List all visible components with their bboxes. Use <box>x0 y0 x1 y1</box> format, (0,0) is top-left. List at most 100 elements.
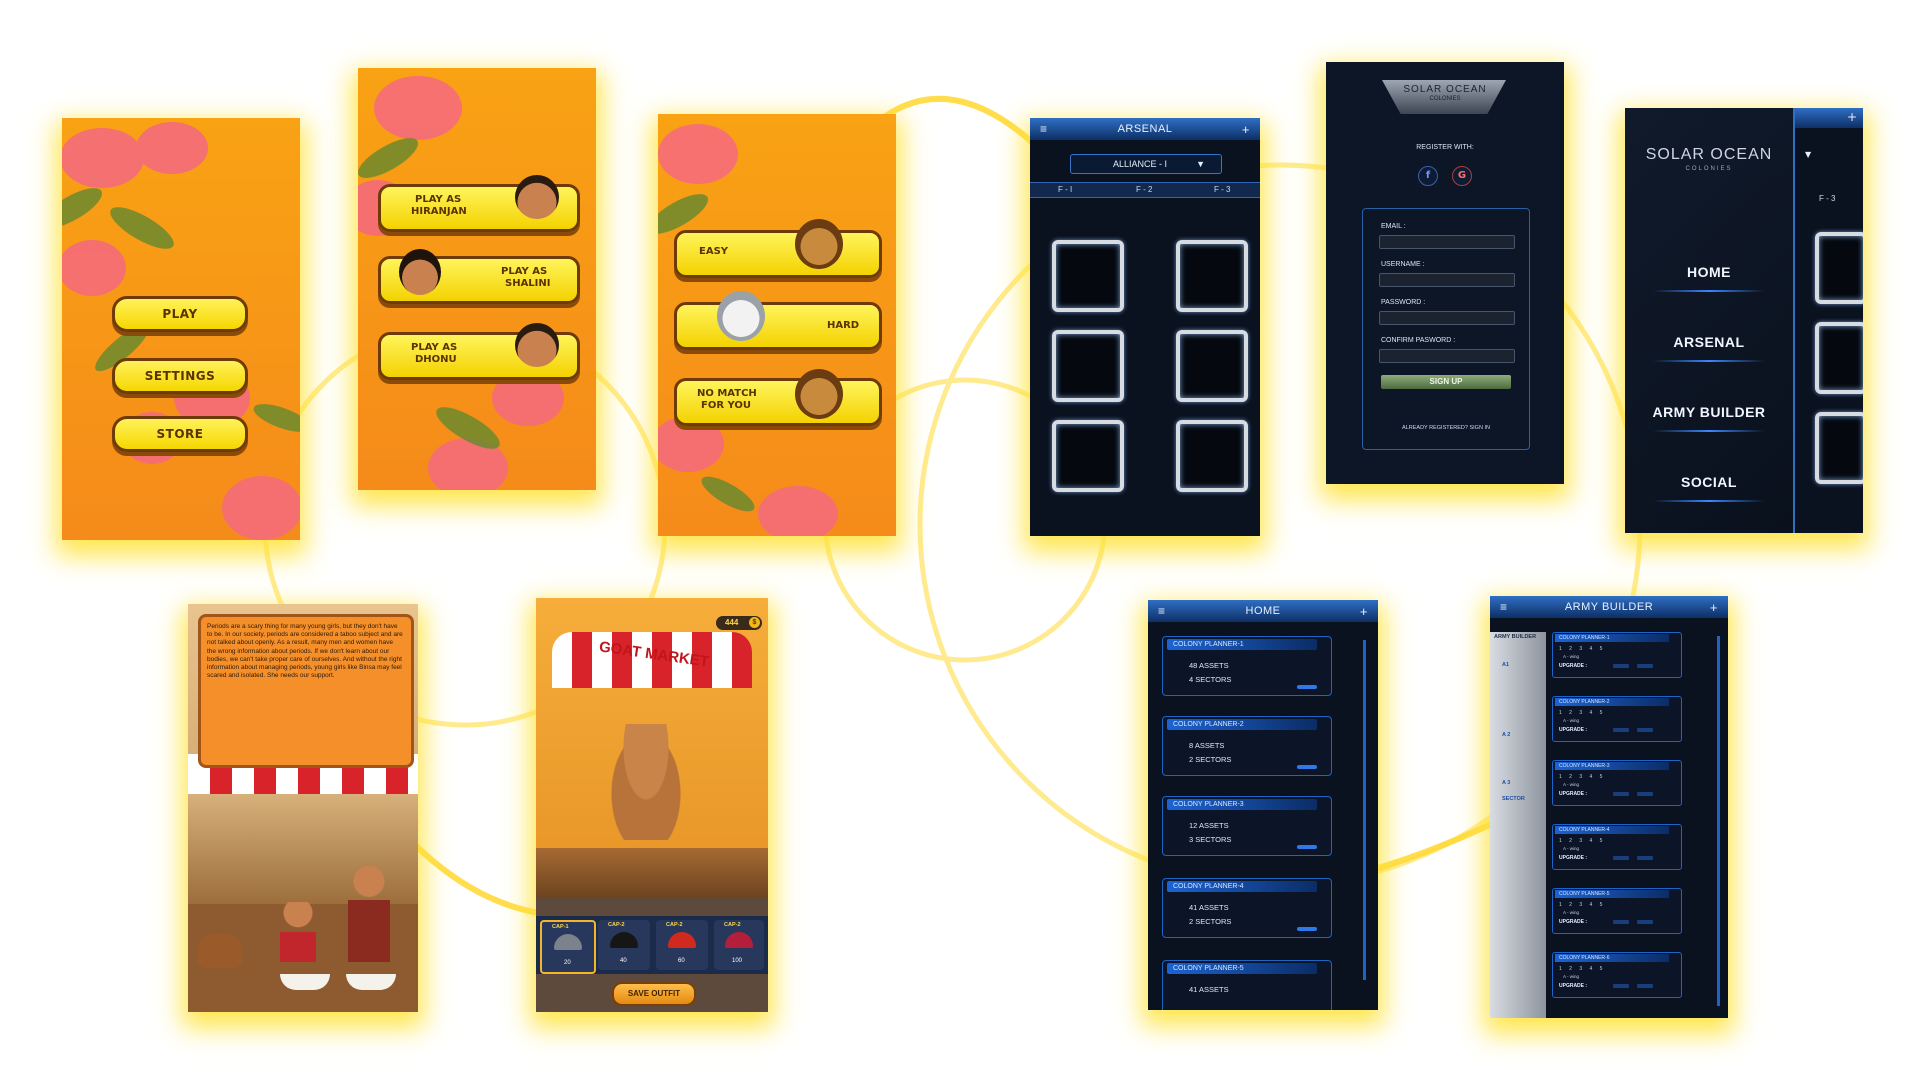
upgrade-slot[interactable] <box>1613 920 1629 924</box>
army-row[interactable]: COLONY PLANNER-6 1 2 3 4 5 A - wing UPGRADE… <box>1552 952 1682 998</box>
upgrade-slot[interactable] <box>1613 664 1629 668</box>
upgrade-slot[interactable] <box>1613 728 1629 732</box>
upgrade-slot[interactable] <box>1613 856 1629 860</box>
colony-planner-card[interactable]: COLONY PLANNER-4 41 ASSETS 2 SECTORS <box>1162 878 1332 938</box>
difficulty-label: EASY <box>699 246 729 257</box>
plus-icon[interactable]: + <box>1710 600 1718 615</box>
menu-home[interactable]: HOME <box>1625 264 1793 280</box>
upgrade-slot[interactable] <box>1637 920 1653 924</box>
sign-up-button[interactable]: SIGN UP <box>1381 375 1511 389</box>
email-label: EMAIL : <box>1381 223 1406 230</box>
cap-name: CAP-2 <box>724 922 741 928</box>
army-sidebar: ARMY BUILDER A1 A 2 A 3 SECTOR <box>1490 632 1546 1018</box>
planner-assets: 8 ASSETS <box>1189 741 1225 750</box>
colony-planner-card[interactable]: COLONY PLANNER-1 48 ASSETS 4 SECTORS <box>1162 636 1332 696</box>
arsenal-slot[interactable] <box>1176 330 1248 402</box>
hamburger-icon[interactable]: ≡ <box>1500 600 1508 614</box>
cap-item[interactable]: CAP-2 60 <box>656 920 708 970</box>
cap-icon <box>554 934 582 950</box>
shalini-avatar <box>399 249 441 295</box>
play-as-shalini-button[interactable]: PLAY AS SHALINI <box>378 249 580 304</box>
planner-name: COLONY PLANNER-2 <box>1167 719 1317 730</box>
cap-item[interactable]: CAP-2 40 <box>598 920 650 970</box>
hamburger-icon[interactable]: ≡ <box>1158 604 1166 618</box>
colony-planner-card[interactable]: COLONY PLANNER-3 12 ASSETS 3 SECTORS <box>1162 796 1332 856</box>
colony-planner-card[interactable]: COLONY PLANNER-2 8 ASSETS 2 SECTORS <box>1162 716 1332 776</box>
peek-slot <box>1815 322 1863 394</box>
arsenal-slot[interactable] <box>1052 330 1124 402</box>
no-match-button[interactable]: NO MATCH FOR YOU <box>674 369 882 426</box>
row-wing: A - wing <box>1563 654 1580 659</box>
planner-action[interactable] <box>1297 765 1317 769</box>
play-button[interactable]: PLAY <box>112 296 248 332</box>
google-button[interactable]: G <box>1452 166 1472 186</box>
upgrade-slot[interactable] <box>1637 856 1653 860</box>
easy-button[interactable]: EASY <box>674 219 882 278</box>
tab-f1[interactable]: F - I <box>1058 185 1072 194</box>
tab-f2[interactable]: F - 2 <box>1136 185 1152 194</box>
cap-item[interactable]: CAP-1 20 <box>540 920 596 974</box>
plus-icon[interactable]: + <box>1242 122 1250 137</box>
planner-action[interactable] <box>1297 685 1317 689</box>
password-field[interactable] <box>1379 311 1515 325</box>
sidebar-item-a3[interactable]: A 3 <box>1502 780 1510 786</box>
colony-planner-card[interactable]: COLONY PLANNER-5 41 ASSETS <box>1162 960 1332 1010</box>
sidebar-item-a2[interactable]: A 2 <box>1502 732 1510 738</box>
menu-arsenal[interactable]: ARSENAL <box>1625 334 1793 350</box>
scrollbar[interactable] <box>1717 636 1720 1006</box>
army-row[interactable]: COLONY PLANNER-3 1 2 3 4 5 A - wing UPGRADE… <box>1552 760 1682 806</box>
army-row[interactable]: COLONY PLANNER-5 1 2 3 4 5 A - wing UPGRADE… <box>1552 888 1682 934</box>
army-row[interactable]: COLONY PLANNER-1 1 2 3 4 5 A - wing UPGRADE… <box>1552 632 1682 678</box>
alliance-dropdown[interactable]: ALLIANCE - I ▼ <box>1070 154 1222 174</box>
email-field[interactable] <box>1379 235 1515 249</box>
plus-icon[interactable]: + <box>1360 604 1368 619</box>
facebook-button[interactable]: f <box>1418 166 1438 186</box>
planner-sectors: 3 SECTORS <box>1189 835 1232 844</box>
row-wing: A - wing <box>1563 974 1580 979</box>
confirm-password-field[interactable] <box>1379 349 1515 363</box>
screen-player-select: PLAY AS HIRANJAN PLAY AS SHALINI PLAY AS… <box>358 68 596 490</box>
upgrade-slot[interactable] <box>1613 984 1629 988</box>
scrollbar[interactable] <box>1363 640 1366 980</box>
screen-home: ≡ HOME + COLONY PLANNER-1 48 ASSETS 4 SE… <box>1148 600 1378 1010</box>
cap-item[interactable]: CAP-2 100 <box>714 920 764 970</box>
hard-button[interactable]: HARD <box>674 291 882 350</box>
upgrade-slot[interactable] <box>1637 728 1653 732</box>
showcase: PLAY SETTINGS STORE PLAY AS HIRANJAN PLA… <box>0 0 1920 1080</box>
player-name: SHALINI <box>505 278 551 289</box>
planner-action[interactable] <box>1297 845 1317 849</box>
menu-social[interactable]: SOCIAL <box>1625 474 1793 490</box>
arsenal-slot[interactable] <box>1176 240 1248 312</box>
peek-tab[interactable]: F - 3 <box>1819 194 1835 203</box>
upgrade-slot[interactable] <box>1637 984 1653 988</box>
sidebar-item-sector[interactable]: SECTOR <box>1502 796 1525 802</box>
username-field[interactable] <box>1379 273 1515 287</box>
cap-shelf: CAP-1 20 CAP-2 40 CAP-2 60 CAP-2 100 <box>536 916 768 974</box>
plus-icon[interactable]: + <box>1847 110 1857 124</box>
menu-divider <box>1653 500 1765 502</box>
yeti-brown-avatar <box>795 219 843 269</box>
arsenal-slot[interactable] <box>1176 420 1248 492</box>
upgrade-slot[interactable] <box>1637 664 1653 668</box>
sidebar-item-a1[interactable]: A1 <box>1502 662 1509 668</box>
play-as-hiranjan-button[interactable]: PLAY AS HIRANJAN <box>378 175 580 232</box>
settings-button[interactable]: SETTINGS <box>112 358 248 394</box>
save-outfit-button[interactable]: SAVE OUTFIT <box>612 982 696 1006</box>
chevron-down-icon: ▼ <box>1805 150 1812 159</box>
upgrade-slot[interactable] <box>1637 792 1653 796</box>
upgrade-slot[interactable] <box>1613 792 1629 796</box>
arsenal-slot[interactable] <box>1052 240 1124 312</box>
tab-f3[interactable]: F - 3 <box>1214 185 1230 194</box>
planner-action[interactable] <box>1297 927 1317 931</box>
arsenal-slot[interactable] <box>1052 420 1124 492</box>
play-as-dhonu-button[interactable]: PLAY AS DHONU <box>378 323 580 380</box>
army-row[interactable]: COLONY PLANNER-2 1 2 3 4 5 A - wing UPGRADE… <box>1552 696 1682 742</box>
username-label: USERNAME : <box>1381 261 1425 268</box>
peek-slot <box>1815 412 1863 484</box>
home-title: HOME <box>1245 605 1281 617</box>
menu-army-builder[interactable]: ARMY BUILDER <box>1625 404 1793 420</box>
army-row[interactable]: COLONY PLANNER-4 1 2 3 4 5 A - wing UPGRADE… <box>1552 824 1682 870</box>
sign-in-link[interactable]: ALREADY REGISTERED? SIGN IN <box>1363 425 1529 431</box>
hamburger-icon[interactable]: ≡ <box>1040 122 1048 136</box>
store-button[interactable]: STORE <box>112 416 248 452</box>
